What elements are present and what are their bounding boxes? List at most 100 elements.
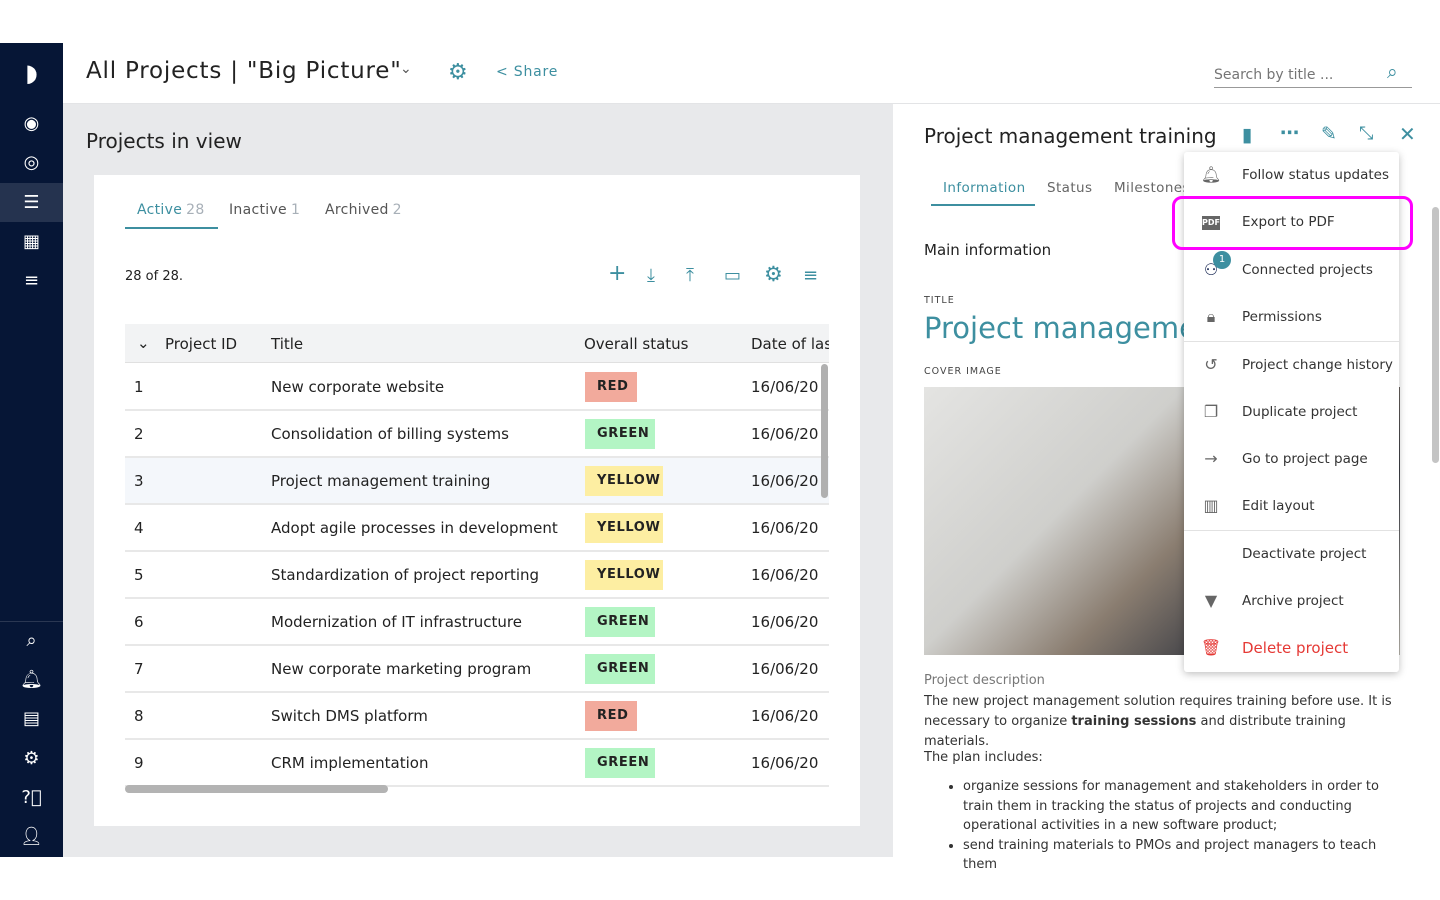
sidebar: ◗ ◉ ◎ ☰ ▦ ≡ ⌕ 🔔︎ ▤ ⚙ ?⃝ 👤︎ (0, 43, 63, 857)
table-row[interactable]: 1 New corporate website RED 16/06/20 (125, 364, 829, 411)
help-icon[interactable]: ?⃝ (0, 778, 63, 817)
search-icon[interactable]: ⌕ (1387, 61, 1398, 83)
panel-scrollbar[interactable] (1432, 207, 1439, 463)
menu-item-delete[interactable]: 🗑︎ Delete project (1184, 625, 1399, 672)
upload-icon[interactable]: ⤒ (686, 265, 694, 286)
tab-archived[interactable]: Archived 2 (325, 202, 402, 218)
vertical-scrollbar[interactable] (821, 364, 828, 498)
project-id: 3 (134, 472, 144, 490)
close-icon[interactable]: ✕ (1399, 122, 1416, 146)
horizontal-scrollbar[interactable] (125, 785, 388, 793)
menu-item-duplicate[interactable]: ❐ Duplicate project (1184, 389, 1399, 436)
highlight-box (1172, 196, 1413, 250)
table-row[interactable]: 3 Project management training YELLOW 16/… (125, 458, 829, 505)
chat-icon[interactable]: ▤ (0, 699, 63, 738)
search-icon[interactable]: ⌕ (0, 621, 63, 660)
list-icon[interactable]: ☰ (0, 183, 63, 222)
table-row[interactable]: 9 CRM implementation GREEN 16/06/20 (125, 740, 829, 787)
arrow-right-icon: → (1204, 449, 1218, 468)
tab-information[interactable]: Information (943, 180, 1026, 196)
column-header[interactable]: Overall status (584, 335, 688, 353)
status-badge: RED (585, 701, 637, 731)
table-header: ⌄ Project ID Title Overall status Date o… (125, 324, 829, 363)
active-tab-indicator (125, 227, 218, 229)
edit-pencil-icon[interactable]: ✎ (1321, 123, 1337, 145)
project-title[interactable]: Adopt agile processes in development (271, 519, 558, 537)
table-row[interactable]: 5 Standardization of project reporting Y… (125, 552, 829, 599)
traffic-light-icon[interactable]: ▮ (1242, 124, 1252, 146)
plan-heading: The plan includes: (924, 750, 1043, 765)
project-title[interactable]: CRM implementation (271, 754, 428, 772)
comments-icon[interactable]: ▭ (724, 265, 741, 286)
list-item: organize sessions for management and sta… (963, 777, 1393, 836)
tab-inactive[interactable]: Inactive 1 (229, 202, 300, 218)
dashboard-icon[interactable]: ◉ (0, 104, 63, 143)
project-title[interactable]: Consolidation of billing systems (271, 425, 509, 443)
radar-icon[interactable]: ◎ (0, 143, 63, 182)
column-header[interactable]: Title (271, 335, 303, 353)
project-title[interactable]: New corporate website (271, 378, 444, 396)
status-badge: GREEN (585, 607, 655, 637)
project-id: 8 (134, 707, 144, 725)
header: All Projects | "Big Picture" ⌄ ⚙ < Share… (63, 43, 1440, 104)
logo-icon[interactable]: ◗ (0, 53, 63, 92)
project-title[interactable]: New corporate marketing program (271, 660, 531, 678)
timeline-icon[interactable]: ≡ (0, 261, 63, 300)
view-settings-gear-icon[interactable]: ⚙ (448, 60, 468, 85)
archive-icon: ▼ (1204, 591, 1218, 610)
bell-icon: 🔔︎ (1200, 165, 1222, 184)
gear-icon[interactable]: ⚙ (0, 739, 63, 778)
project-id: 9 (134, 754, 144, 772)
share-button[interactable]: < Share (496, 64, 558, 80)
table-row[interactable]: 8 Switch DMS platform RED 16/06/20 (125, 693, 829, 740)
user-icon[interactable]: 👤︎ (0, 817, 63, 856)
menu-item-follow-status[interactable]: 🔔︎ Follow status updates (1184, 152, 1399, 199)
projects-table: ⌄ Project ID Title Overall status Date o… (125, 324, 829, 794)
status-badge: GREEN (585, 419, 655, 449)
date-cell: 16/06/20 (751, 754, 819, 772)
tab-active[interactable]: Active 28 (137, 202, 205, 218)
grid-icon[interactable]: ▦ (0, 222, 63, 261)
tab-indicator (931, 204, 1035, 206)
menu-item-permissions[interactable]: 🔒︎ Permissions (1184, 294, 1399, 341)
table-settings-gear-icon[interactable]: ⚙ (764, 262, 783, 286)
panel-title: Project management training (924, 124, 1217, 148)
collapse-icon[interactable]: ⤡ (1359, 123, 1373, 144)
menu-item-go-to-page[interactable]: → Go to project page (1184, 436, 1399, 483)
collapse-chevron-icon[interactable]: ⌄ (137, 334, 150, 352)
project-id: 6 (134, 613, 144, 631)
menu-item-archive[interactable]: ▼ Archive project (1184, 578, 1399, 625)
view-title[interactable]: All Projects | "Big Picture" (86, 58, 402, 84)
column-header[interactable]: Project ID (165, 335, 237, 353)
table-row[interactable]: 6 Modernization of IT infrastructure GRE… (125, 599, 829, 646)
chevron-down-icon[interactable]: ⌄ (400, 61, 412, 77)
project-title[interactable]: Project management training (271, 472, 490, 490)
status-badge: YELLOW (585, 513, 663, 543)
filter-icon[interactable]: ≡ (803, 265, 818, 286)
share-label: Share (513, 64, 559, 80)
tab-milestones[interactable]: Milestones (1114, 180, 1190, 196)
date-cell: 16/06/20 (751, 425, 819, 443)
bell-icon[interactable]: 🔔︎ (0, 660, 63, 699)
menu-item-edit-layout[interactable]: ▥ Edit layout (1184, 483, 1399, 530)
column-header[interactable]: Date of last (751, 335, 829, 353)
menu-item-change-history[interactable]: ↺ Project change history (1184, 342, 1399, 389)
project-title[interactable]: Standardization of project reporting (271, 566, 539, 584)
menu-item-deactivate[interactable]: Deactivate project (1184, 531, 1399, 578)
connected-count-badge: 1 (1213, 251, 1231, 269)
add-icon[interactable]: + (608, 261, 626, 286)
status-badge: GREEN (585, 654, 655, 684)
table-row[interactable]: 4 Adopt agile processes in development Y… (125, 505, 829, 552)
menu-item-connected-projects[interactable]: ⚇ 1 Connected projects (1184, 247, 1399, 294)
table-row[interactable]: 7 New corporate marketing program GREEN … (125, 646, 829, 693)
download-icon[interactable]: ⤓ (647, 265, 655, 286)
project-title[interactable]: Modernization of IT infrastructure (271, 613, 522, 631)
layout-icon: ▥ (1203, 496, 1219, 515)
more-icon[interactable]: ⋯ (1280, 122, 1299, 144)
tab-status[interactable]: Status (1047, 180, 1092, 196)
table-row[interactable]: 2 Consolidation of billing systems GREEN… (125, 411, 829, 458)
trash-icon: 🗑︎ (1200, 638, 1222, 657)
project-title[interactable]: Switch DMS platform (271, 707, 428, 725)
project-id: 2 (134, 425, 144, 443)
search-input[interactable] (1214, 62, 1412, 88)
